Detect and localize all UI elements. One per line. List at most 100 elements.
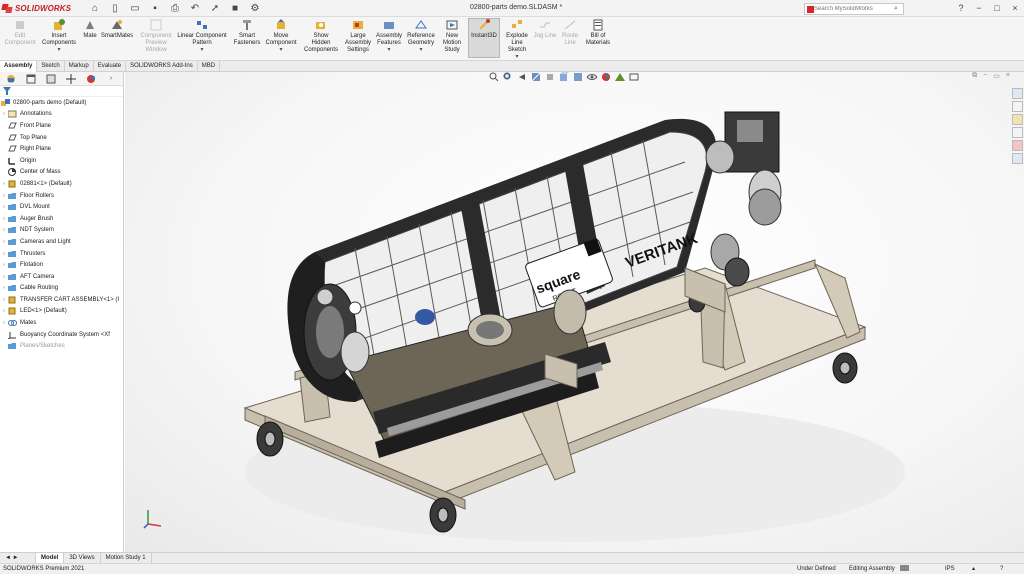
route-line-button[interactable]: Route Line — [559, 19, 581, 47]
tab-markup[interactable]: Markup — [65, 61, 94, 72]
options-icon[interactable]: ⚙ — [248, 2, 262, 15]
tree-item-aft-camera[interactable]: › AFT Camera — [0, 271, 123, 283]
tree-item-center-of-mass[interactable]: Center of Mass — [0, 167, 123, 179]
smart-fasteners-button[interactable]: Smart Fasteners — [232, 19, 262, 47]
tree-item-floor-rollers[interactable]: › Floor Rollers — [0, 190, 123, 202]
tree-item-mates[interactable]: › Mates — [0, 317, 123, 329]
tree-item-origin[interactable]: Origin — [0, 155, 123, 167]
expand-arrow-icon[interactable]: › — [0, 251, 8, 257]
close-icon[interactable]: × — [1009, 2, 1021, 14]
tree-item-02881-1-default[interactable]: › 02881<1> (Default) — [0, 178, 123, 190]
solidworks-logo[interactable]: SOLIDWORKS — [1, 2, 71, 15]
tree-item-buoyancy-coordinate-system-xf[interactable]: Buoyancy Coordinate System <Xf — [0, 329, 123, 341]
feature-tree-tab-icon[interactable] — [2, 72, 20, 85]
search-input[interactable] — [814, 6, 894, 12]
linear-component-pattern-button[interactable]: Linear Component Pattern ▾ — [176, 19, 228, 54]
component-preview-window-button[interactable]: Component Preview Window — [139, 19, 173, 54]
property-manager-tab-icon[interactable] — [22, 72, 40, 85]
tree-item-ndt-system[interactable]: › NDT System — [0, 225, 123, 237]
home-icon[interactable]: ⌂ — [88, 2, 102, 15]
tree-item-led-1-default[interactable]: › LED<1> (Default) — [0, 306, 123, 318]
tree-item-annotations[interactable]: › Annotations — [0, 109, 123, 121]
chevron-down-icon[interactable]: ▾ — [515, 54, 518, 61]
tab-assembly[interactable]: Assembly — [0, 61, 38, 72]
expand-arrow-icon[interactable]: › — [0, 262, 8, 268]
reference-geometry-button[interactable]: Reference Geometry ▾ — [405, 19, 437, 54]
chevron-right-icon[interactable]: › — [102, 72, 120, 85]
bill-of-materials-button[interactable]: Bill of Materials — [584, 19, 612, 47]
print-icon[interactable]: ⎙ — [168, 2, 182, 15]
expand-arrow-icon[interactable]: › — [0, 308, 8, 314]
solidworks-search-icon — [807, 5, 814, 13]
filter-icon[interactable] — [3, 87, 11, 95]
jog-line-button[interactable]: Jog Line — [533, 19, 557, 40]
chevron-up-icon[interactable]: ▴ — [972, 564, 975, 574]
new-document-icon[interactable]: ▯ — [108, 2, 122, 15]
maximize-icon[interactable]: □ — [991, 2, 1003, 14]
insert-components-button[interactable]: Insert Components ▾ — [40, 19, 78, 54]
minimize-icon[interactable]: − — [973, 2, 985, 14]
tab-mbd[interactable]: MBD — [198, 61, 221, 72]
graphics-area[interactable]: ⧉ − ▭ × square VERITANK — [125, 72, 1024, 552]
chevron-down-icon[interactable]: ▾ — [419, 47, 422, 54]
tree-item-right-plane[interactable]: Right Plane — [0, 143, 123, 155]
tab-solidworks-add-ins[interactable]: SOLIDWORKS Add-Ins — [126, 61, 198, 72]
status-units[interactable]: IPS — [945, 564, 955, 574]
expand-arrow-icon[interactable]: › — [0, 204, 8, 210]
tree-item-front-plane[interactable]: Front Plane — [0, 120, 123, 132]
new-motion-study-button[interactable]: New Motion Study — [440, 19, 464, 54]
rebuild-status-icon[interactable] — [900, 564, 910, 574]
tree-item-flotation[interactable]: › Flotation — [0, 259, 123, 271]
show-hidden-components-button[interactable]: Show Hidden Components — [303, 19, 339, 54]
smartmates-button[interactable]: SmartMates — [101, 19, 133, 40]
instant3d-button[interactable]: Instant3D — [468, 18, 500, 58]
feature-tree-filter[interactable] — [0, 86, 123, 97]
chevron-down-icon[interactable]: ▾ — [387, 47, 390, 54]
rebuild-icon[interactable]: ■ — [228, 2, 242, 15]
feature-tree-root[interactable]: 02800-parts demo (Default) — [0, 97, 123, 109]
assembly-features-button[interactable]: Assembly Features ▾ — [375, 19, 403, 54]
expand-arrow-icon[interactable]: › — [0, 181, 8, 187]
chevron-down-icon[interactable]: ▾ — [279, 47, 282, 54]
tree-item-dvl-mount[interactable]: › DVL Mount — [0, 201, 123, 213]
expand-arrow-icon[interactable]: › — [0, 285, 8, 291]
move-component-icon — [277, 19, 285, 29]
search-field[interactable]: ⌕ — [804, 3, 904, 15]
open-icon[interactable]: ▭ — [128, 2, 142, 15]
tree-item-top-plane[interactable]: Top Plane — [0, 132, 123, 144]
move-component-button[interactable]: Move Component ▾ — [264, 19, 298, 54]
expand-arrow-icon[interactable]: › — [0, 320, 8, 326]
tab-sketch[interactable]: Sketch — [37, 61, 65, 72]
search-icon[interactable]: ⌕ — [894, 5, 898, 13]
chevron-down-icon[interactable]: ▾ — [200, 47, 203, 54]
expand-arrow-icon[interactable]: › — [0, 193, 8, 199]
save-icon[interactable]: ▪ — [148, 2, 162, 15]
explode-line-sketch-button[interactable]: Explode Line Sketch ▾ — [504, 19, 530, 61]
tree-item-planes-sketches[interactable]: Planes/Sketches — [0, 340, 123, 352]
expand-arrow-icon[interactable]: › — [0, 239, 8, 245]
tree-item-cameras-and-light[interactable]: › Cameras and Light — [0, 236, 123, 248]
mate-button[interactable]: Mate — [82, 19, 98, 40]
help-icon[interactable]: ? — [955, 2, 967, 14]
configuration-manager-tab-icon[interactable] — [42, 72, 60, 85]
expand-arrow-icon[interactable]: › — [0, 111, 8, 117]
edit-component-button[interactable]: Edit Component — [4, 19, 36, 47]
expand-arrow-icon[interactable]: › — [0, 216, 8, 222]
chevron-down-icon[interactable]: ▾ — [57, 47, 60, 54]
expand-arrow-icon[interactable]: › — [0, 227, 8, 233]
expand-arrow-icon[interactable]: › — [0, 297, 8, 303]
undo-icon[interactable]: ↶ — [188, 2, 202, 15]
tree-item-auger-brush[interactable]: › Auger Brush — [0, 213, 123, 225]
tree-item-cable-routing[interactable]: › Cable Routing — [0, 283, 123, 295]
help-icon[interactable]: ? — [1000, 564, 1003, 574]
robot-assembly-model[interactable]: square ROBOT VERITANK — [125, 72, 1024, 552]
rear-sensor-head[interactable] — [705, 111, 782, 287]
tree-item-transfer-cart-assembly-1-i[interactable]: › TRANSFER CART ASSEMBLY<1> (I — [0, 294, 123, 306]
tree-item-thrusters[interactable]: › Thrusters — [0, 248, 123, 260]
select-icon[interactable]: ➚ — [208, 2, 222, 15]
tab-evaluate[interactable]: Evaluate — [94, 61, 127, 72]
dimxpert-tab-icon[interactable] — [62, 72, 80, 85]
large-assembly-settings-button[interactable]: Large Assembly Settings — [344, 19, 372, 54]
expand-arrow-icon[interactable]: › — [0, 274, 8, 280]
display-manager-tab-icon[interactable] — [82, 72, 100, 85]
